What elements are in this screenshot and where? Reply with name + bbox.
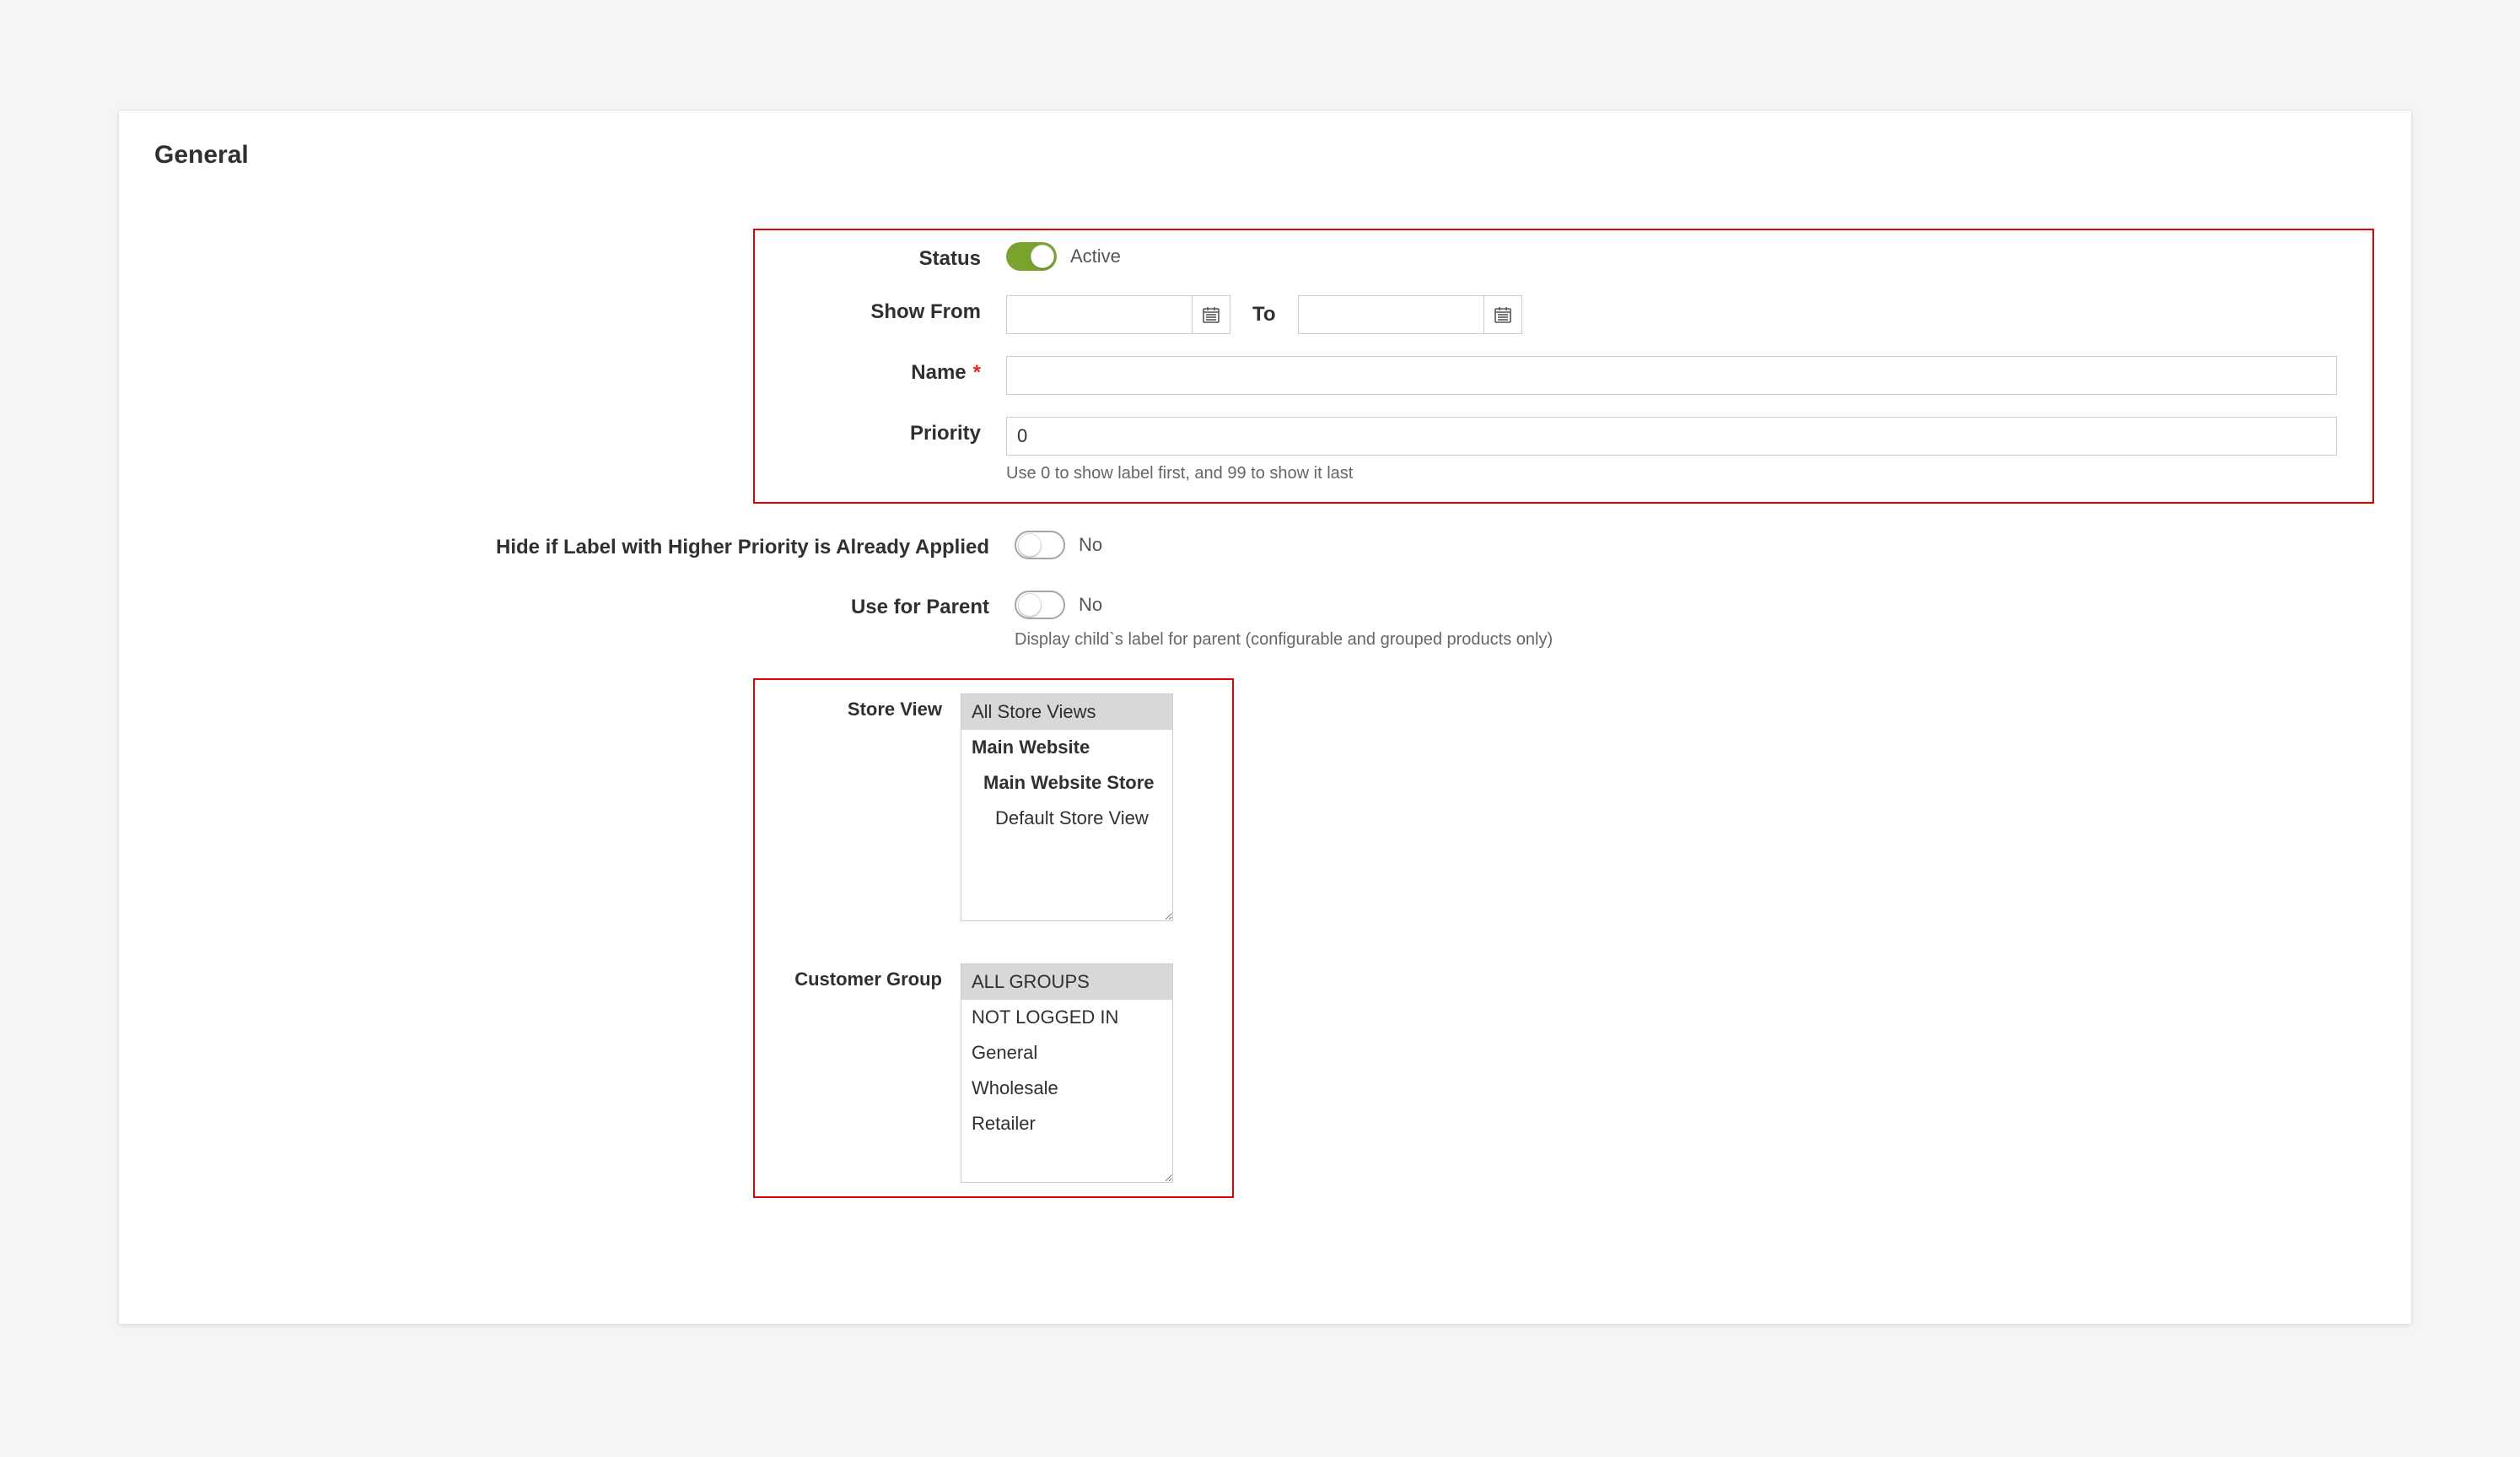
row-priority: Priority Use 0 to show label first, and … [755, 417, 2362, 483]
section-title: General [154, 141, 2381, 170]
row-show-from: Show From [755, 295, 2362, 334]
general-panel: General Status Active Show From [118, 110, 2412, 1325]
name-label: Name * [822, 356, 1006, 385]
row-customer-group: Customer Group ALL GROUPSNOT LOGGED INGe… [767, 963, 1220, 1183]
select-option[interactable]: NOT LOGGED IN [961, 1000, 1172, 1035]
row-use-for-parent: Use for Parent No Display child`s label … [149, 591, 2381, 650]
name-label-text: Name [911, 361, 966, 384]
store-view-select[interactable]: All Store ViewsMain WebsiteMain Website … [961, 693, 1173, 921]
row-hide-if-higher: Hide if Label with Higher Priority is Al… [149, 531, 2381, 562]
show-from-label: Show From [822, 295, 1006, 324]
priority-input[interactable] [1006, 417, 2337, 456]
calendar-icon [1493, 305, 1513, 325]
required-asterisk: * [973, 361, 981, 384]
customer-group-select[interactable]: ALL GROUPSNOT LOGGED INGeneralWholesaleR… [961, 963, 1173, 1183]
hide-higher-label: Hide if Label with Higher Priority is Al… [217, 531, 1015, 559]
use-for-parent-label: Use for Parent [217, 591, 1015, 619]
store-view-label: Store View [767, 693, 961, 720]
status-state-text: Active [1070, 246, 1121, 267]
select-option[interactable]: ALL GROUPS [961, 964, 1172, 1000]
row-name: Name * [755, 356, 2362, 395]
status-label: Status [822, 242, 1006, 271]
customer-group-label: Customer Group [767, 963, 961, 990]
show-to-calendar-button[interactable] [1483, 295, 1522, 334]
use-for-parent-note: Display child`s label for parent (config… [1015, 630, 2356, 650]
select-option[interactable]: Default Store View [961, 801, 1172, 836]
priority-label: Priority [822, 417, 1006, 445]
show-to-input[interactable] [1298, 295, 1483, 334]
hide-higher-toggle[interactable] [1015, 531, 1065, 559]
use-for-parent-state-text: No [1079, 594, 1102, 616]
highlight-box-scope: Store View All Store ViewsMain WebsiteMa… [753, 678, 1234, 1198]
show-to-label: To [1252, 303, 1276, 326]
priority-note: Use 0 to show label first, and 99 to sho… [1006, 464, 2337, 483]
row-store-view: Store View All Store ViewsMain WebsiteMa… [767, 693, 1220, 921]
select-option[interactable]: General [961, 1035, 1172, 1071]
select-option[interactable]: Wholesale [961, 1071, 1172, 1106]
calendar-icon [1201, 305, 1221, 325]
status-toggle[interactable] [1006, 242, 1057, 271]
select-option[interactable]: All Store Views [961, 694, 1172, 730]
use-for-parent-toggle[interactable] [1015, 591, 1065, 619]
show-from-input[interactable] [1006, 295, 1192, 334]
select-option[interactable]: Retailer [961, 1106, 1172, 1141]
hide-higher-state-text: No [1079, 534, 1102, 556]
select-option[interactable]: Main Website [961, 730, 1172, 765]
select-option[interactable]: Main Website Store [961, 765, 1172, 801]
show-from-calendar-button[interactable] [1192, 295, 1230, 334]
name-input[interactable] [1006, 356, 2337, 395]
row-status: Status Active [755, 242, 2362, 273]
highlight-box-main: Status Active Show From [753, 229, 2374, 504]
